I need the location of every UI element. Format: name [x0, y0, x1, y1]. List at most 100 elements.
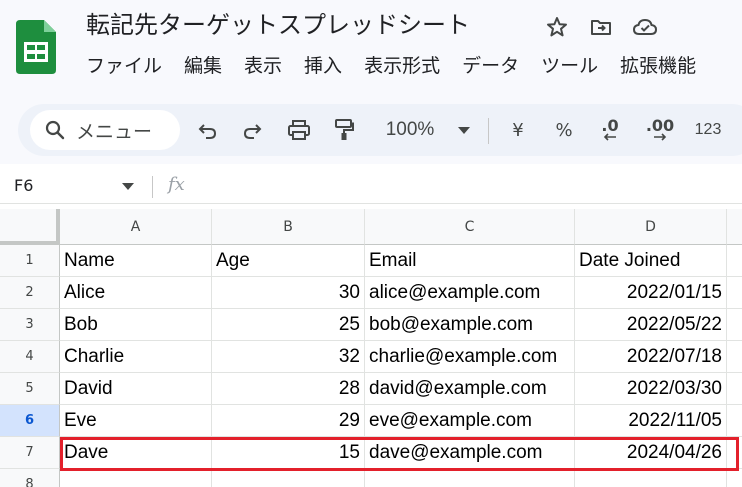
cell-a2[interactable]: Alice — [60, 277, 212, 309]
cell-b4[interactable]: 32 — [212, 341, 365, 373]
cell-c6[interactable]: eve@example.com — [365, 405, 575, 437]
row-header-5[interactable]: 5 — [0, 373, 60, 405]
menu-edit[interactable]: 編集 — [184, 52, 222, 80]
decrease-decimal-button[interactable]: .0 — [594, 116, 626, 144]
zoom-value[interactable]: 100% — [378, 116, 442, 144]
cell-c5[interactable]: david@example.com — [365, 373, 575, 405]
cell-b1[interactable]: Age — [212, 245, 365, 277]
cell-e7[interactable] — [727, 437, 742, 469]
decrease-decimal-label: .0 — [601, 116, 619, 135]
undo-button[interactable] — [194, 116, 222, 144]
more-formats-button[interactable]: 123 — [692, 116, 724, 144]
cell-a4[interactable]: Charlie — [60, 341, 212, 373]
formula-bar-divider — [152, 176, 153, 198]
undo-icon — [198, 124, 217, 139]
column-header-b[interactable]: B — [212, 209, 365, 245]
cell-c2[interactable]: alice@example.com — [365, 277, 575, 309]
cell-b8[interactable] — [212, 469, 365, 487]
currency-format-button[interactable]: ¥ — [506, 116, 530, 144]
column-header-c[interactable]: C — [365, 209, 575, 245]
cell-c7[interactable]: dave@example.com — [365, 437, 575, 469]
print-button[interactable] — [284, 116, 314, 144]
move-folder-icon[interactable] — [588, 14, 614, 40]
column-header-d[interactable]: D — [575, 209, 727, 245]
paint-roller-icon — [335, 119, 354, 140]
cell-c1[interactable]: Email — [365, 245, 575, 277]
print-icon — [288, 120, 310, 140]
fx-icon: fx — [168, 174, 185, 195]
cell-b3[interactable]: 25 — [212, 309, 365, 341]
title-bar: 転記先ターゲットスプレッドシート ファイル 編集 表示 挿入 表示形式 データ … — [0, 0, 742, 96]
cell-e2[interactable] — [727, 277, 742, 309]
paint-format-button[interactable] — [330, 116, 358, 144]
menu-file[interactable]: ファイル — [86, 52, 162, 80]
arrow-right-icon — [654, 133, 667, 141]
select-all-corner[interactable] — [0, 209, 60, 245]
row-header-3[interactable]: 3 — [0, 309, 60, 341]
menu-bar: ファイル 編集 表示 挿入 表示形式 データ ツール 拡張機能 — [86, 52, 696, 80]
cell-b5[interactable]: 28 — [212, 373, 365, 405]
column-header-e[interactable] — [727, 209, 742, 245]
cell-d4[interactable]: 2022/07/18 — [575, 341, 727, 373]
toolbar-divider — [488, 118, 489, 144]
cloud-saved-icon[interactable] — [632, 14, 658, 40]
cell-e8[interactable] — [727, 469, 742, 487]
row-header-2[interactable]: 2 — [0, 277, 60, 309]
menu-search-button[interactable]: メニュー — [30, 110, 180, 150]
star-icon[interactable] — [544, 14, 570, 40]
increase-decimal-button[interactable]: .00 — [642, 116, 678, 144]
cell-b7[interactable]: 15 — [212, 437, 365, 469]
cell-d3[interactable]: 2022/05/22 — [575, 309, 727, 341]
cell-d1[interactable]: Date Joined — [575, 245, 727, 277]
menu-data[interactable]: データ — [462, 52, 519, 80]
cell-c4[interactable]: charlie@example.com — [365, 341, 575, 373]
name-box-dropdown-icon[interactable] — [122, 183, 134, 190]
cell-a1[interactable]: Name — [60, 245, 212, 277]
search-icon — [45, 120, 65, 140]
menu-search-label: メニュー — [76, 120, 153, 143]
increase-decimal-label: .00 — [645, 116, 675, 135]
redo-icon — [243, 124, 262, 139]
toolbar: メニュー 100% ¥ % .0 .00 123 — [18, 104, 742, 156]
cell-c8[interactable] — [365, 469, 575, 487]
cell-d5[interactable]: 2022/03/30 — [575, 373, 727, 405]
cell-d2[interactable]: 2022/01/15 — [575, 277, 727, 309]
arrow-left-icon — [603, 133, 616, 141]
cell-a3[interactable]: Bob — [60, 309, 212, 341]
menu-extensions[interactable]: 拡張機能 — [620, 52, 696, 80]
cell-a5[interactable]: David — [60, 373, 212, 405]
cell-e6[interactable] — [727, 405, 742, 437]
row-header-4[interactable]: 4 — [0, 341, 60, 373]
name-box[interactable]: F6 — [14, 176, 33, 195]
menu-view[interactable]: 表示 — [244, 52, 282, 80]
percent-format-button[interactable]: % — [552, 116, 576, 144]
cell-b6[interactable]: 29 — [212, 405, 365, 437]
toolbar-strip: メニュー 100% ¥ % .0 .00 123 — [0, 96, 742, 164]
caret-down-icon — [458, 127, 470, 134]
cell-e5[interactable] — [727, 373, 742, 405]
column-header-a[interactable]: A — [60, 209, 212, 245]
cell-e1[interactable] — [727, 245, 742, 277]
cell-d6[interactable]: 2022/11/05 — [575, 405, 727, 437]
menu-format[interactable]: 表示形式 — [364, 52, 440, 80]
cell-b2[interactable]: 30 — [212, 277, 365, 309]
cell-d7[interactable]: 2024/04/26 — [575, 437, 727, 469]
redo-button[interactable] — [238, 116, 266, 144]
row-header-1[interactable]: 1 — [0, 245, 60, 277]
cell-e4[interactable] — [727, 341, 742, 373]
cell-a8[interactable] — [60, 469, 212, 487]
row-header-7[interactable]: 7 — [0, 437, 60, 469]
row-header-8[interactable]: 8 — [0, 469, 60, 487]
menu-insert[interactable]: 挿入 — [304, 52, 342, 80]
zoom-dropdown-button[interactable] — [454, 116, 474, 144]
formula-bar: F6 fx — [0, 170, 742, 204]
menu-tools[interactable]: ツール — [541, 52, 598, 80]
cell-a6[interactable]: Eve — [60, 405, 212, 437]
row-header-6[interactable]: 6 — [0, 405, 60, 437]
cell-e3[interactable] — [727, 309, 742, 341]
sheets-logo-icon[interactable] — [16, 20, 56, 74]
document-title[interactable]: 転記先ターゲットスプレッドシート — [86, 8, 470, 42]
cell-c3[interactable]: bob@example.com — [365, 309, 575, 341]
cell-d8[interactable] — [575, 469, 727, 487]
cell-a7[interactable]: Dave — [60, 437, 212, 469]
